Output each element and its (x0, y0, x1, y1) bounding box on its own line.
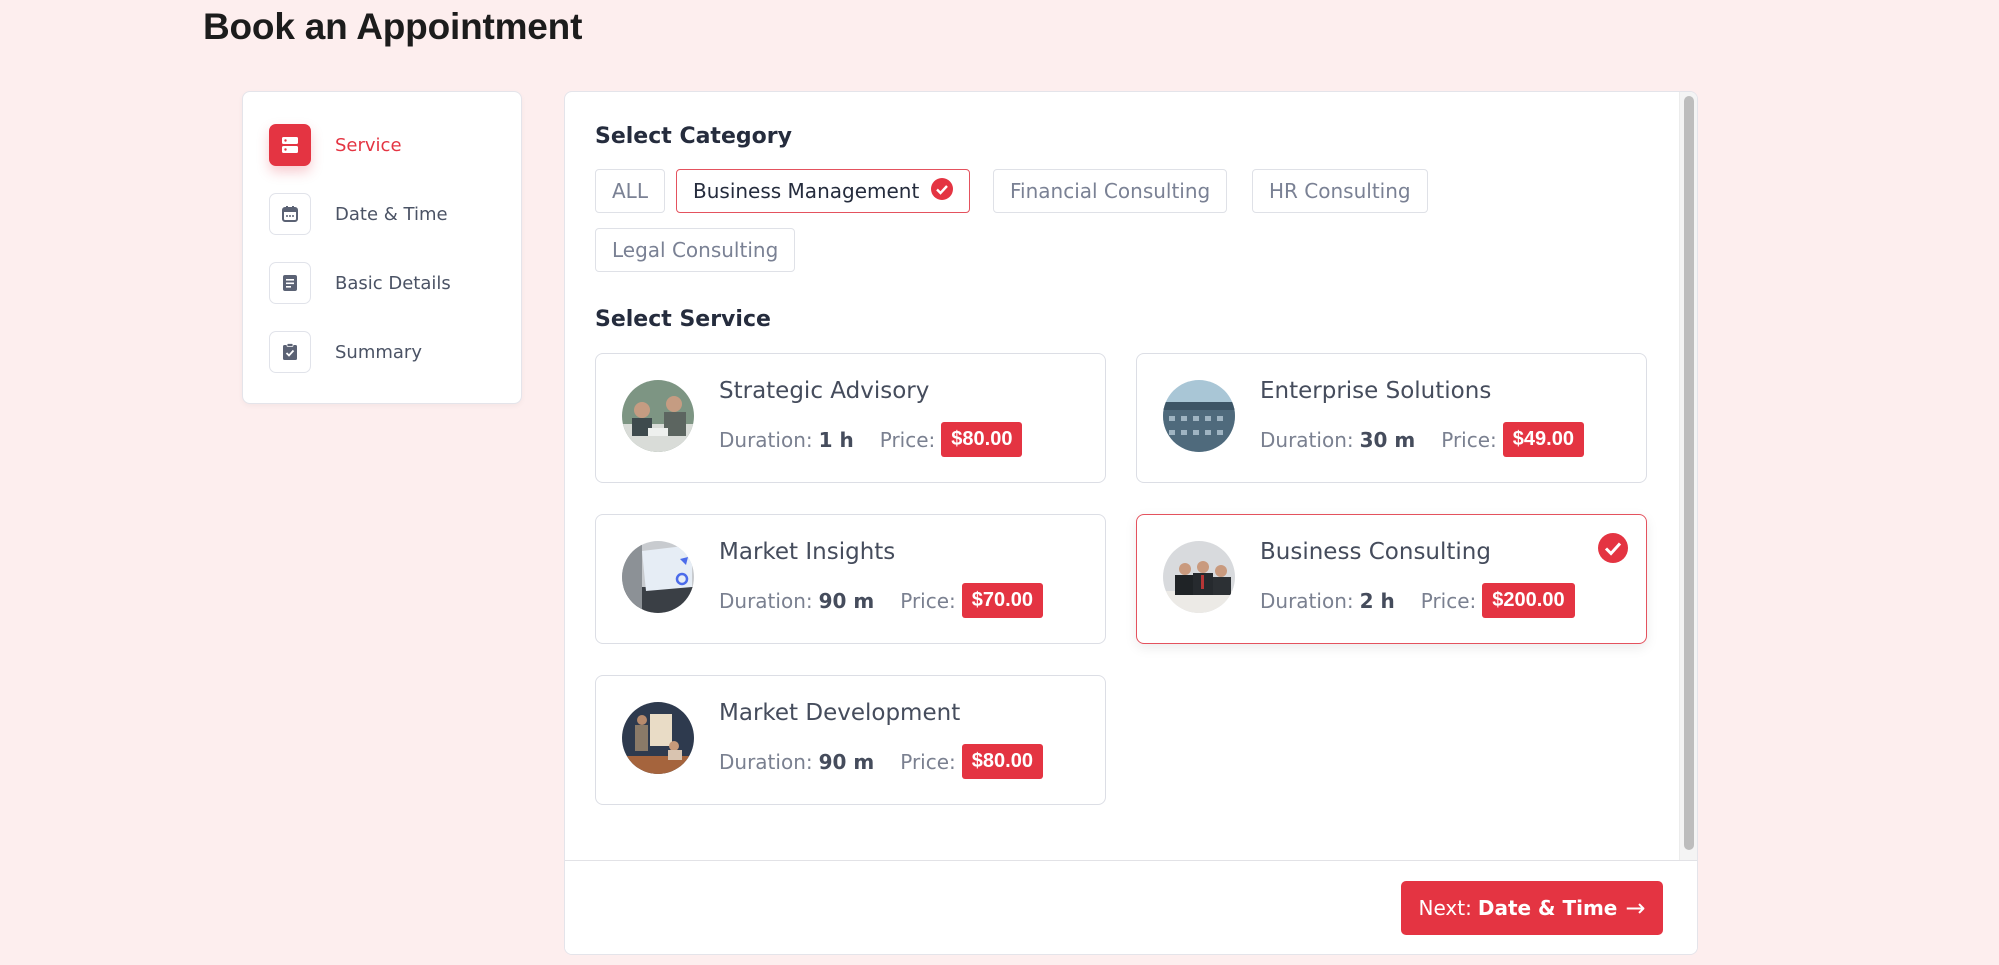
service-name: Market Development (719, 700, 961, 726)
category-chip-legal-consulting[interactable]: Legal Consulting (595, 228, 796, 272)
price-label: Price: (900, 588, 956, 613)
scrollbar-thumb[interactable] (1684, 96, 1694, 850)
select-category-heading: Select Category (595, 124, 792, 149)
duration-label: Duration: (719, 749, 813, 774)
service-card-business-consulting[interactable]: Business Consulting Duration: 2 h Price:… (1136, 514, 1647, 644)
service-image (1163, 380, 1235, 452)
scrollbar[interactable] (1679, 92, 1697, 860)
chip-label: Financial Consulting (1010, 179, 1211, 203)
service-card-market-insights[interactable]: Market Insights Duration: 90 m Price: $7… (595, 514, 1106, 644)
next-button[interactable]: Next: Date & Time → (1401, 881, 1663, 935)
step-label: Service (335, 134, 402, 156)
next-prefix: Next: (1418, 896, 1472, 920)
chip-label: Legal Consulting (612, 238, 779, 262)
duration-label: Duration: (1260, 588, 1354, 613)
price-badge: $200.00 (1482, 583, 1575, 618)
service-image (622, 702, 694, 774)
service-meta: Duration: 2 h Price: $200.00 (1260, 583, 1575, 618)
step-label: Date & Time (335, 203, 448, 225)
duration-value: 30 m (1359, 427, 1416, 452)
server-icon (269, 124, 311, 166)
service-name: Enterprise Solutions (1260, 378, 1492, 404)
service-image (1163, 541, 1235, 613)
step-date-time[interactable]: Date & Time (269, 193, 448, 235)
service-image (622, 541, 694, 613)
duration-value: 1 h (818, 427, 854, 452)
step-label: Summary (335, 341, 422, 363)
step-basic-details[interactable]: Basic Details (269, 262, 451, 304)
step-summary[interactable]: Summary (269, 331, 422, 373)
service-card-enterprise-solutions[interactable]: Enterprise Solutions Duration: 30 m Pric… (1136, 353, 1647, 483)
price-label: Price: (1441, 427, 1497, 452)
category-chip-all[interactable]: ALL (595, 169, 665, 213)
panel-footer: Next: Date & Time → (565, 860, 1697, 954)
price-badge: $49.00 (1502, 422, 1584, 457)
service-name: Strategic Advisory (719, 378, 930, 404)
check-circle-icon (931, 177, 954, 205)
service-meta: Duration: 90 m Price: $80.00 (719, 744, 1043, 779)
step-label: Basic Details (335, 272, 451, 294)
service-name: Market Insights (719, 539, 896, 565)
category-chip-hr-consulting[interactable]: HR Consulting (1252, 169, 1428, 213)
service-meta: Duration: 1 h Price: $80.00 (719, 422, 1023, 457)
duration-label: Duration: (1260, 427, 1354, 452)
service-card-strategic-advisory[interactable]: Strategic Advisory Duration: 1 h Price: … (595, 353, 1106, 483)
steps-sidebar: Service Date & Time Basic Details Summar… (242, 91, 522, 404)
service-card-market-development[interactable]: Market Development Duration: 90 m Price:… (595, 675, 1106, 805)
price-badge: $80.00 (961, 744, 1043, 779)
service-image (622, 380, 694, 452)
step-service[interactable]: Service (269, 124, 402, 166)
price-badge: $70.00 (961, 583, 1043, 618)
duration-label: Duration: (719, 588, 813, 613)
document-icon (269, 262, 311, 304)
duration-value: 2 h (1359, 588, 1395, 613)
price-label: Price: (900, 749, 956, 774)
chip-label: Business Management (693, 179, 920, 203)
price-badge: $80.00 (941, 422, 1023, 457)
service-meta: Duration: 30 m Price: $49.00 (1260, 422, 1584, 457)
service-meta: Duration: 90 m Price: $70.00 (719, 583, 1043, 618)
duration-value: 90 m (818, 749, 875, 774)
next-target: Date & Time (1477, 896, 1618, 920)
price-label: Price: (879, 427, 936, 452)
clipboard-check-icon (269, 331, 311, 373)
duration-label: Duration: (719, 427, 813, 452)
chip-label: ALL (612, 179, 648, 203)
select-service-heading: Select Service (595, 307, 771, 332)
service-panel: Select Category ALL Business Management … (564, 91, 1698, 955)
price-label: Price: (1420, 588, 1477, 613)
category-chip-business-management[interactable]: Business Management (676, 169, 971, 213)
page-title: Book an Appointment (203, 6, 583, 47)
calendar-icon (269, 193, 311, 235)
category-chip-financial-consulting[interactable]: Financial Consulting (993, 169, 1228, 213)
arrow-right-icon: → (1625, 894, 1646, 922)
check-circle-icon (1598, 533, 1628, 567)
duration-value: 90 m (818, 588, 875, 613)
chip-label: HR Consulting (1269, 179, 1411, 203)
service-name: Business Consulting (1260, 539, 1491, 565)
